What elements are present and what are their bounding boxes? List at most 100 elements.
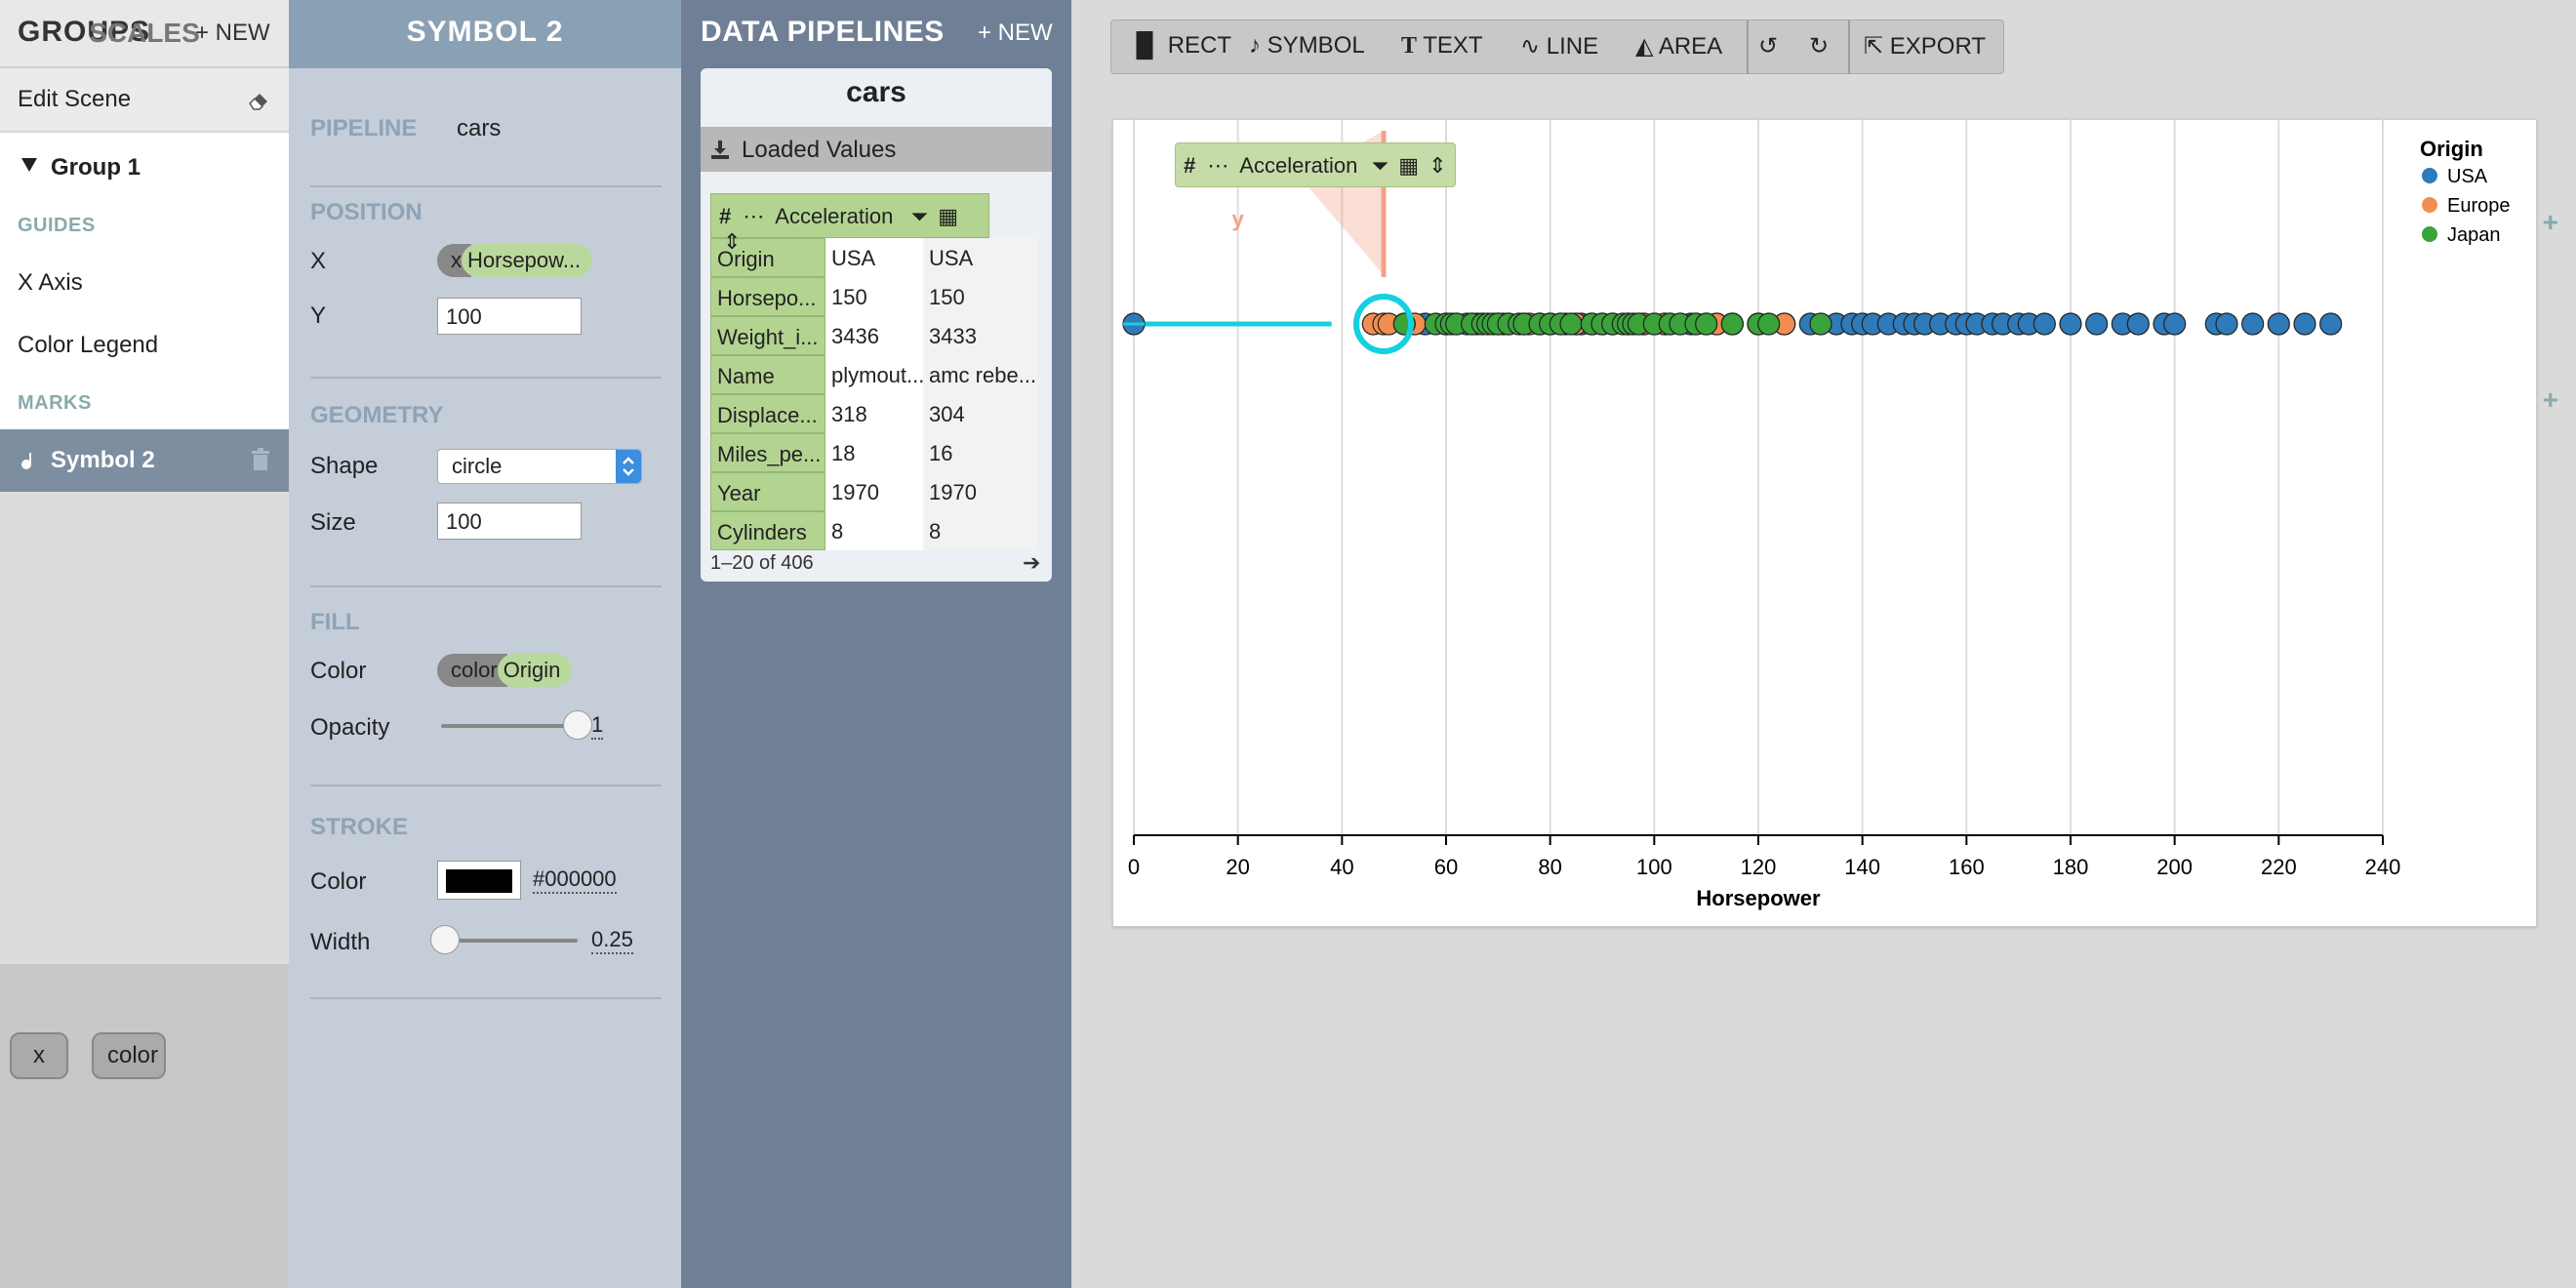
add-line-button[interactable]: ∿ LINE	[1520, 20, 1598, 74]
data-point[interactable]	[2267, 312, 2290, 336]
table-row: Origin USA USA	[710, 238, 1042, 277]
stroke-width-label: Width	[310, 929, 371, 955]
eraser-icon[interactable]	[246, 88, 271, 113]
stroke-width-slider-knob[interactable]	[429, 925, 460, 954]
field-name-cell[interactable]: Miles_pe...	[710, 433, 825, 472]
x-field-pill[interactable]: x Horsepow...	[437, 244, 593, 277]
field-name-cell[interactable]: Displace...	[710, 394, 825, 433]
field-name-cell[interactable]: Year	[710, 472, 825, 511]
inspector-panel	[289, 0, 681, 1288]
table-cell: amc rebe...	[923, 355, 1038, 394]
dragged-field-header[interactable]: # ⋯ Acceleration ⏷ ▦ ⇕	[710, 193, 989, 254]
guide-color-legend[interactable]: Color Legend	[0, 314, 289, 379]
mark-symbol-2-item[interactable]: Symbol 2	[0, 429, 289, 492]
add-text-button[interactable]: T TEXT	[1401, 20, 1483, 74]
fill-color-pill[interactable]: color Origin	[437, 654, 573, 687]
pipeline-name[interactable]: cars	[701, 76, 1052, 109]
caret-down-icon[interactable]	[21, 158, 37, 172]
group-1-item[interactable]: Group 1	[0, 137, 289, 201]
x-tick-label: 120	[1741, 855, 1777, 879]
table-cell: 150	[923, 277, 1038, 316]
table-cell: USA	[923, 238, 1038, 277]
divider	[310, 785, 662, 786]
fill-section-label: FILL	[310, 609, 360, 635]
export-label: EXPORT	[1889, 33, 1987, 60]
add-area-button[interactable]: ◭ AREA	[1635, 20, 1722, 74]
x-axis-title: Horsepower	[1696, 886, 1821, 910]
legend-title: Origin	[2420, 137, 2483, 161]
y-label: Y	[310, 302, 327, 329]
export-icon: ⇱	[1864, 33, 1884, 60]
area-chart-icon: ◭	[1635, 33, 1654, 60]
shape-select[interactable]: circle	[437, 449, 642, 484]
data-point[interactable]	[2126, 312, 2150, 336]
y-input[interactable]: 100	[437, 298, 582, 335]
undo-icon: ↺	[1758, 33, 1779, 60]
undo-button[interactable]: ↺	[1758, 20, 1778, 74]
edit-scene-item[interactable]: Edit Scene	[0, 68, 289, 133]
data-point[interactable]	[2163, 312, 2187, 336]
pipeline-value[interactable]: cars	[457, 115, 501, 142]
opacity-slider[interactable]	[441, 724, 578, 728]
stroke-width-value[interactable]: 0.25	[591, 927, 633, 954]
data-point[interactable]	[1695, 312, 1718, 336]
table-cell: 3433	[923, 316, 1038, 355]
field-name-cell[interactable]: Weight_i...	[710, 316, 825, 355]
stroke-color-swatch[interactable]	[437, 861, 521, 900]
redo-button[interactable]: ↻	[1809, 20, 1829, 74]
select-arrows-icon	[616, 450, 641, 483]
scatter-plot[interactable]: 0 20 40 60 80 100 120 140 160 180 200 220 240 Horsepo…	[1112, 119, 2537, 927]
data-point[interactable]	[2241, 312, 2265, 336]
add-mark-icon[interactable]: +	[2543, 384, 2558, 416]
data-point[interactable]	[1809, 312, 1832, 336]
data-point[interactable]	[2085, 312, 2109, 336]
legend-label: Japan	[2447, 224, 2501, 246]
trash-icon[interactable]	[250, 447, 271, 472]
data-point[interactable]	[2033, 312, 2056, 336]
data-point[interactable]	[2319, 312, 2343, 336]
add-rect-button[interactable]: ▐▌ RECT	[1128, 20, 1231, 74]
text-icon: T	[1401, 33, 1418, 59]
data-point[interactable]	[2215, 312, 2238, 336]
edit-scene-label: Edit Scene	[18, 86, 132, 112]
data-point[interactable]	[1559, 312, 1583, 336]
floating-field-label: Acceleration	[1239, 153, 1358, 178]
field-name-cell[interactable]: Horsepo...	[710, 277, 825, 316]
field-name-cell[interactable]: Cylinders	[710, 511, 825, 550]
table-cell: 150	[825, 277, 923, 316]
data-point[interactable]	[1757, 312, 1781, 336]
calculator-icon[interactable]: ▦	[938, 204, 958, 228]
toolbar-divider	[1848, 20, 1850, 74]
add-guide-icon[interactable]: +	[2543, 207, 2558, 238]
filter-icon[interactable]: ⏷	[910, 204, 928, 228]
line-chart-icon: ∿	[1520, 33, 1541, 60]
field-name-cell[interactable]: Name	[710, 355, 825, 394]
size-input[interactable]: 100	[437, 503, 582, 540]
sort-icon[interactable]: ⇕	[723, 229, 741, 254]
opacity-value[interactable]: 1	[591, 712, 604, 740]
arrow-right-icon[interactable]: ➔	[1023, 550, 1040, 576]
table-cell: USA	[825, 238, 923, 277]
new-pipeline-button[interactable]: + NEW	[978, 20, 1053, 47]
opacity-slider-knob[interactable]	[563, 710, 592, 740]
floating-field-drag[interactable]: # ⋯ Acceleration ⏷ ▦ ⇕	[1175, 142, 1456, 187]
opacity-label: Opacity	[310, 714, 390, 741]
guide-x-axis[interactable]: X Axis	[0, 252, 289, 316]
add-symbol-button[interactable]: ♪ SYMBOL	[1249, 20, 1365, 74]
symbol-mark-icon	[21, 453, 31, 469]
divider	[310, 585, 662, 587]
stroke-width-slider[interactable]	[441, 939, 578, 943]
x-label: X	[310, 248, 327, 274]
data-point[interactable]	[2059, 312, 2082, 336]
scale-x-pill[interactable]: x	[10, 1032, 68, 1079]
data-point[interactable]	[2293, 312, 2316, 336]
stroke-color-value[interactable]: #000000	[533, 866, 617, 894]
scale-color-pill[interactable]: color	[92, 1032, 166, 1079]
divider	[310, 997, 662, 999]
table-cell: 18	[825, 433, 923, 472]
x-tick-label: 140	[1844, 855, 1880, 879]
table-row: Miles_pe... 18 16	[710, 433, 1042, 472]
scales-panel	[0, 964, 289, 1288]
export-button[interactable]: ⇱ EXPORT	[1864, 20, 1986, 74]
data-point[interactable]	[1720, 312, 1744, 336]
